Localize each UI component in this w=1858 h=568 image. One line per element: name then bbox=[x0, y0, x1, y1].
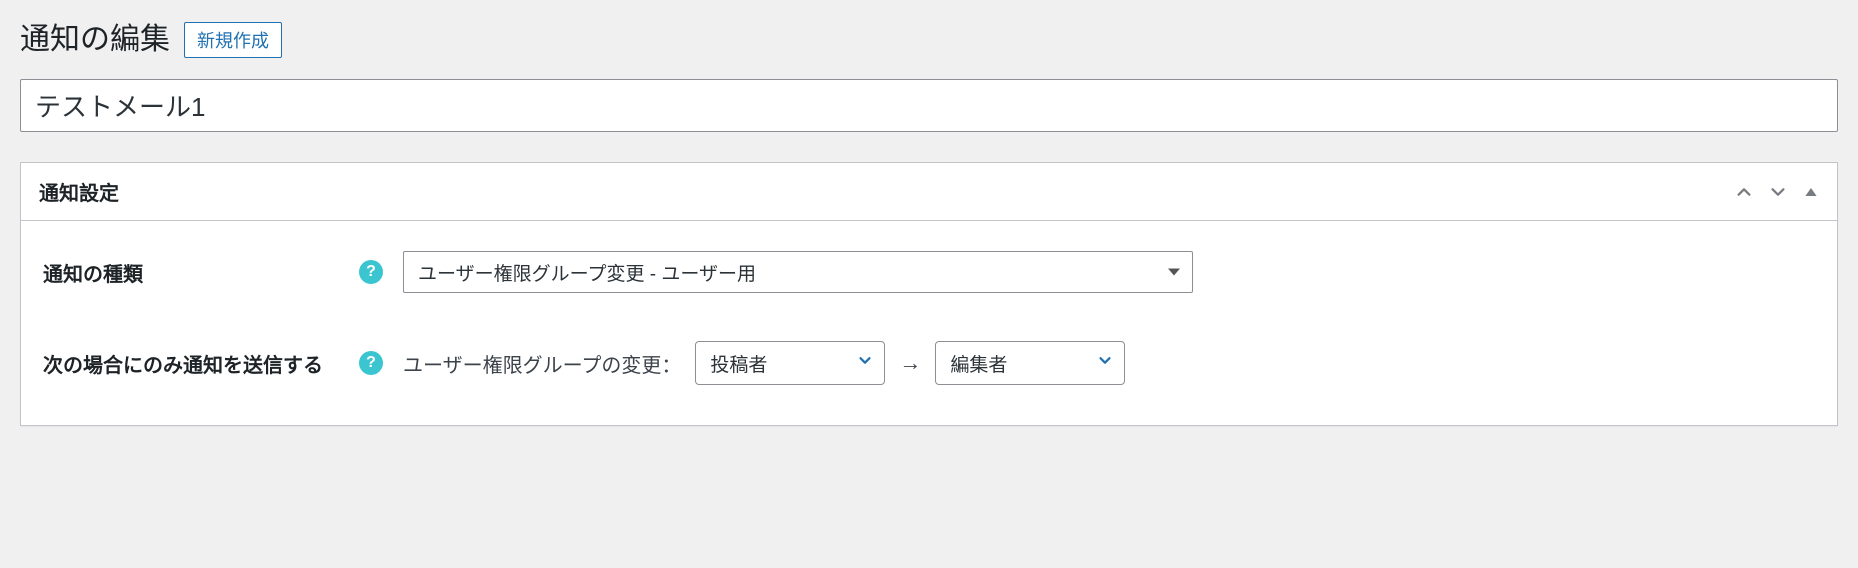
move-up-icon[interactable] bbox=[1735, 183, 1753, 201]
notification-type-label: 通知の種類 bbox=[43, 258, 143, 287]
notification-type-select[interactable]: ユーザー権限グループ変更 - ユーザー用 bbox=[403, 251, 1193, 293]
page-title: 通知の編集 bbox=[20, 20, 170, 59]
notification-title-input[interactable] bbox=[20, 79, 1838, 132]
panel-title: 通知設定 bbox=[39, 177, 119, 206]
arrow-right-icon: → bbox=[899, 350, 921, 376]
collapse-toggle-icon[interactable] bbox=[1803, 184, 1819, 200]
chevron-down-icon bbox=[856, 351, 874, 375]
condition-prefix: ユーザー権限グループの変更： bbox=[403, 349, 681, 378]
chevron-down-icon bbox=[1096, 351, 1114, 375]
from-role-value: 投稿者 bbox=[710, 350, 767, 377]
settings-panel: 通知設定 通知の種類 ? bbox=[20, 162, 1838, 426]
condition-label: 次の場合にのみ通知を送信する bbox=[43, 349, 323, 378]
to-role-select[interactable]: 編集者 bbox=[935, 341, 1125, 385]
move-down-icon[interactable] bbox=[1769, 183, 1787, 201]
to-role-value: 編集者 bbox=[950, 350, 1007, 377]
notification-type-value: ユーザー権限グループ変更 - ユーザー用 bbox=[418, 259, 756, 286]
new-button[interactable]: 新規作成 bbox=[184, 22, 282, 58]
from-role-select[interactable]: 投稿者 bbox=[695, 341, 885, 385]
help-icon[interactable]: ? bbox=[359, 351, 383, 375]
help-icon[interactable]: ? bbox=[359, 260, 383, 284]
